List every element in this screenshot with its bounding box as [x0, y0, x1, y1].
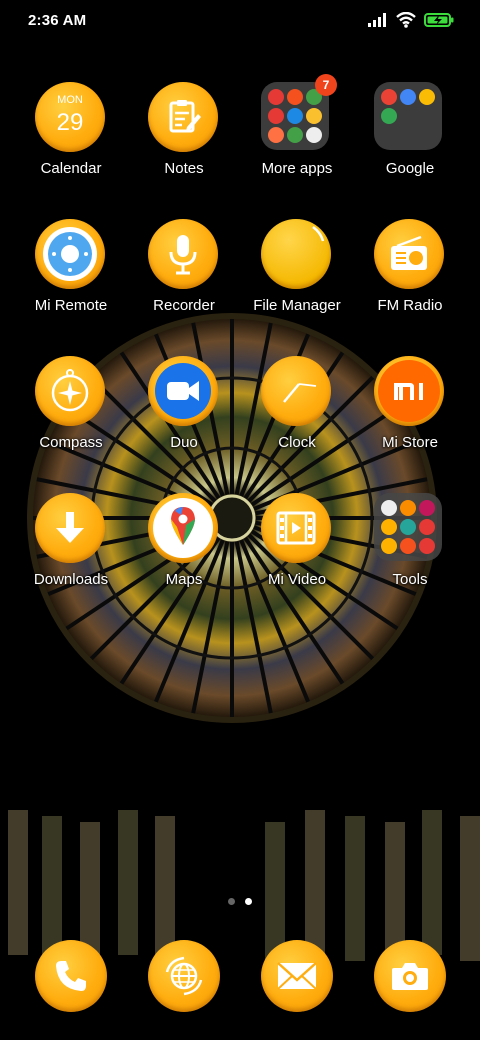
- app-fm-radio[interactable]: FM Radio: [355, 219, 465, 314]
- app-google-folder[interactable]: Google: [355, 82, 465, 177]
- app-downloads[interactable]: Downloads: [16, 493, 126, 588]
- app-label: FM Radio: [377, 297, 443, 314]
- camera-icon: [374, 940, 446, 1012]
- map-pin-icon: [148, 493, 218, 563]
- folder-icon: [374, 82, 442, 150]
- page-dot-active[interactable]: [245, 898, 252, 905]
- calendar-icon: MON 29: [35, 82, 105, 152]
- app-label: Mi Store: [382, 434, 438, 451]
- app-label: Compass: [39, 434, 103, 451]
- app-recorder[interactable]: Recorder: [129, 219, 239, 314]
- app-mi-store[interactable]: Mi Store: [355, 356, 465, 451]
- notes-icon: [148, 82, 218, 152]
- app-label: Tools: [392, 571, 428, 588]
- app-label: More apps: [261, 160, 333, 177]
- app-notes[interactable]: Notes: [129, 82, 239, 177]
- app-label: Google: [385, 160, 435, 177]
- status-icons: [368, 12, 454, 28]
- folder-icon: [374, 493, 442, 561]
- dock-messages[interactable]: [261, 940, 333, 1012]
- app-calendar[interactable]: MON 29 Calendar: [16, 82, 126, 177]
- app-label: Mi Video: [267, 571, 327, 588]
- app-tools-folder[interactable]: Tools: [355, 493, 465, 588]
- app-compass[interactable]: Compass: [16, 356, 126, 451]
- status-time: 2:36 AM: [28, 12, 87, 29]
- dock-phone[interactable]: [35, 940, 107, 1012]
- status-bar: 2:36 AM: [0, 0, 480, 44]
- app-label: Clock: [278, 434, 316, 451]
- film-icon: [261, 493, 331, 563]
- app-label: Recorder: [153, 297, 215, 314]
- globe-icon: [148, 940, 220, 1012]
- app-mi-video[interactable]: Mi Video: [242, 493, 352, 588]
- signal-icon: [368, 13, 386, 27]
- app-label: Mi Remote: [34, 297, 108, 314]
- microphone-icon: [148, 219, 218, 289]
- app-duo[interactable]: Duo: [129, 356, 239, 451]
- remote-icon: [35, 219, 105, 289]
- phone-icon: [35, 940, 107, 1012]
- battery-charging-icon: [424, 13, 454, 27]
- app-label: Maps: [165, 571, 203, 588]
- download-arrow-icon: [35, 493, 105, 563]
- app-label: Notes: [164, 160, 204, 177]
- app-label: Calendar: [40, 160, 102, 177]
- calendar-day: 29: [56, 109, 84, 136]
- dock-browser[interactable]: [148, 940, 220, 1012]
- app-label: Downloads: [33, 571, 109, 588]
- calendar-month: MON: [57, 94, 83, 106]
- envelope-icon: [261, 940, 333, 1012]
- notification-badge: 7: [315, 74, 337, 96]
- compass-icon: [35, 356, 105, 426]
- app-maps[interactable]: Maps: [129, 493, 239, 588]
- dock-camera[interactable]: [374, 940, 446, 1012]
- app-label: File Manager: [253, 297, 341, 314]
- app-clock[interactable]: Clock: [242, 356, 352, 451]
- wifi-icon: [396, 12, 416, 28]
- mi-logo-icon: [374, 356, 444, 426]
- app-label: Duo: [170, 434, 198, 451]
- app-mi-remote[interactable]: Mi Remote: [16, 219, 126, 314]
- radio-icon: [374, 219, 444, 289]
- clock-icon: [261, 356, 331, 426]
- page-dot[interactable]: [228, 898, 235, 905]
- app-file-manager[interactable]: File Manager: [242, 219, 352, 314]
- page-indicator: [0, 898, 480, 905]
- video-camera-icon: [148, 356, 218, 426]
- app-more-apps[interactable]: 7 More apps: [242, 74, 352, 177]
- folder-file-icon: [261, 219, 331, 289]
